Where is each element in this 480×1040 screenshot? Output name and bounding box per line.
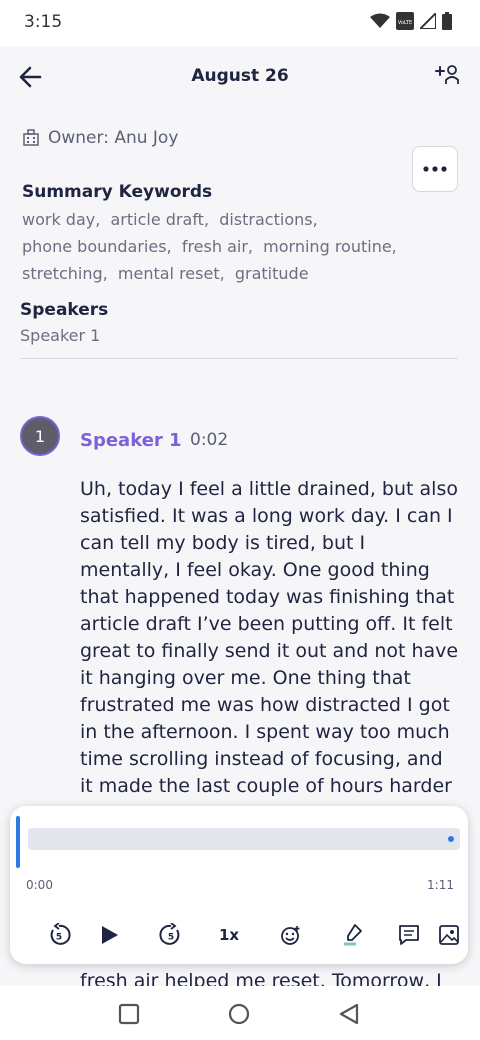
total-time: 1:11 [427, 878, 454, 892]
svg-text:5: 5 [168, 933, 174, 943]
keyword: gratitude [234, 264, 309, 283]
forward-5-icon: 5 [159, 923, 180, 945]
summary-title: Summary Keywords [22, 182, 213, 202]
play-button[interactable] [92, 918, 126, 952]
square-icon [118, 1003, 140, 1025]
add-person-icon [435, 65, 459, 84]
keyword: mental reset, [117, 264, 225, 283]
audio-player: 0:00 1:11 5 5 1x [10, 806, 468, 964]
reaction-button[interactable] [274, 918, 308, 952]
circle-icon [228, 1003, 250, 1025]
rewind-5-button[interactable]: 5 [42, 918, 76, 952]
status-icons: VoLTE [370, 12, 452, 30]
svg-text:5: 5 [56, 933, 62, 943]
home-button[interactable] [227, 1002, 251, 1026]
progress-track[interactable] [28, 828, 460, 850]
owner-label: Owner: Anu Joy [48, 128, 179, 148]
rewind-5-icon: 5 [50, 923, 71, 945]
playhead[interactable] [16, 816, 20, 868]
status-time: 3:15 [24, 12, 63, 32]
keyword: fresh air, [181, 237, 253, 256]
insert-image-button[interactable] [432, 918, 466, 952]
volte-icon: VoLTE [396, 12, 414, 30]
add-person-button[interactable] [432, 60, 464, 92]
speakers-title: Speakers [20, 300, 109, 320]
more-options-button[interactable] [412, 146, 458, 192]
more-dots-icon [423, 166, 447, 172]
playback-speed-button[interactable]: 1x [212, 918, 246, 952]
play-icon [102, 926, 118, 944]
segment-timestamp[interactable]: 0:02 [190, 430, 228, 450]
app-header: August 26 [0, 46, 480, 106]
track-end-dot [448, 836, 454, 842]
keyword: phone boundaries, [22, 237, 172, 256]
keyword: stretching, [22, 264, 108, 283]
comments-button[interactable] [392, 918, 426, 952]
system-back-button[interactable] [337, 1002, 361, 1026]
keyword: article draft, [110, 210, 210, 229]
system-nav-bar [0, 986, 480, 1040]
highlight-button[interactable] [336, 918, 370, 952]
player-controls: 5 5 1x [10, 918, 468, 952]
current-time: 0:00 [26, 878, 53, 892]
keyword: distractions, [219, 210, 318, 229]
forward-5-button[interactable]: 5 [154, 918, 188, 952]
status-bar: 3:15 VoLTE [0, 0, 480, 46]
divider [20, 358, 458, 359]
building-icon [23, 129, 39, 146]
summary-keywords: work day, article draft, distractions, p… [22, 206, 422, 287]
recents-button[interactable] [117, 1002, 141, 1026]
speakers-value: Speaker 1 [20, 326, 101, 345]
page-title: August 26 [191, 66, 289, 86]
segment-speaker-name[interactable]: Speaker 1 [80, 430, 182, 451]
image-icon [439, 925, 459, 945]
keyword: work day, [22, 210, 101, 229]
comment-icon [399, 925, 419, 945]
emoji-add-icon [281, 926, 300, 945]
wifi-icon [370, 13, 390, 28]
transcript-text[interactable]: Uh, today I feel a little drained, but a… [80, 476, 460, 800]
volte-label: VoLTE [398, 20, 412, 26]
highlighter-icon [344, 924, 362, 946]
owner-row: Owner: Anu Joy [22, 128, 178, 148]
battery-icon [442, 12, 452, 30]
avatar-number: 1 [34, 426, 46, 446]
transcript-text-continued[interactable]: fresh air helped me reset. Tomorrow, I [80, 968, 460, 986]
speaker-avatar[interactable]: 1 [20, 416, 60, 456]
triangle-back-icon [339, 1003, 359, 1025]
keyword: morning routine, [263, 237, 397, 256]
signal-icon [420, 13, 436, 29]
